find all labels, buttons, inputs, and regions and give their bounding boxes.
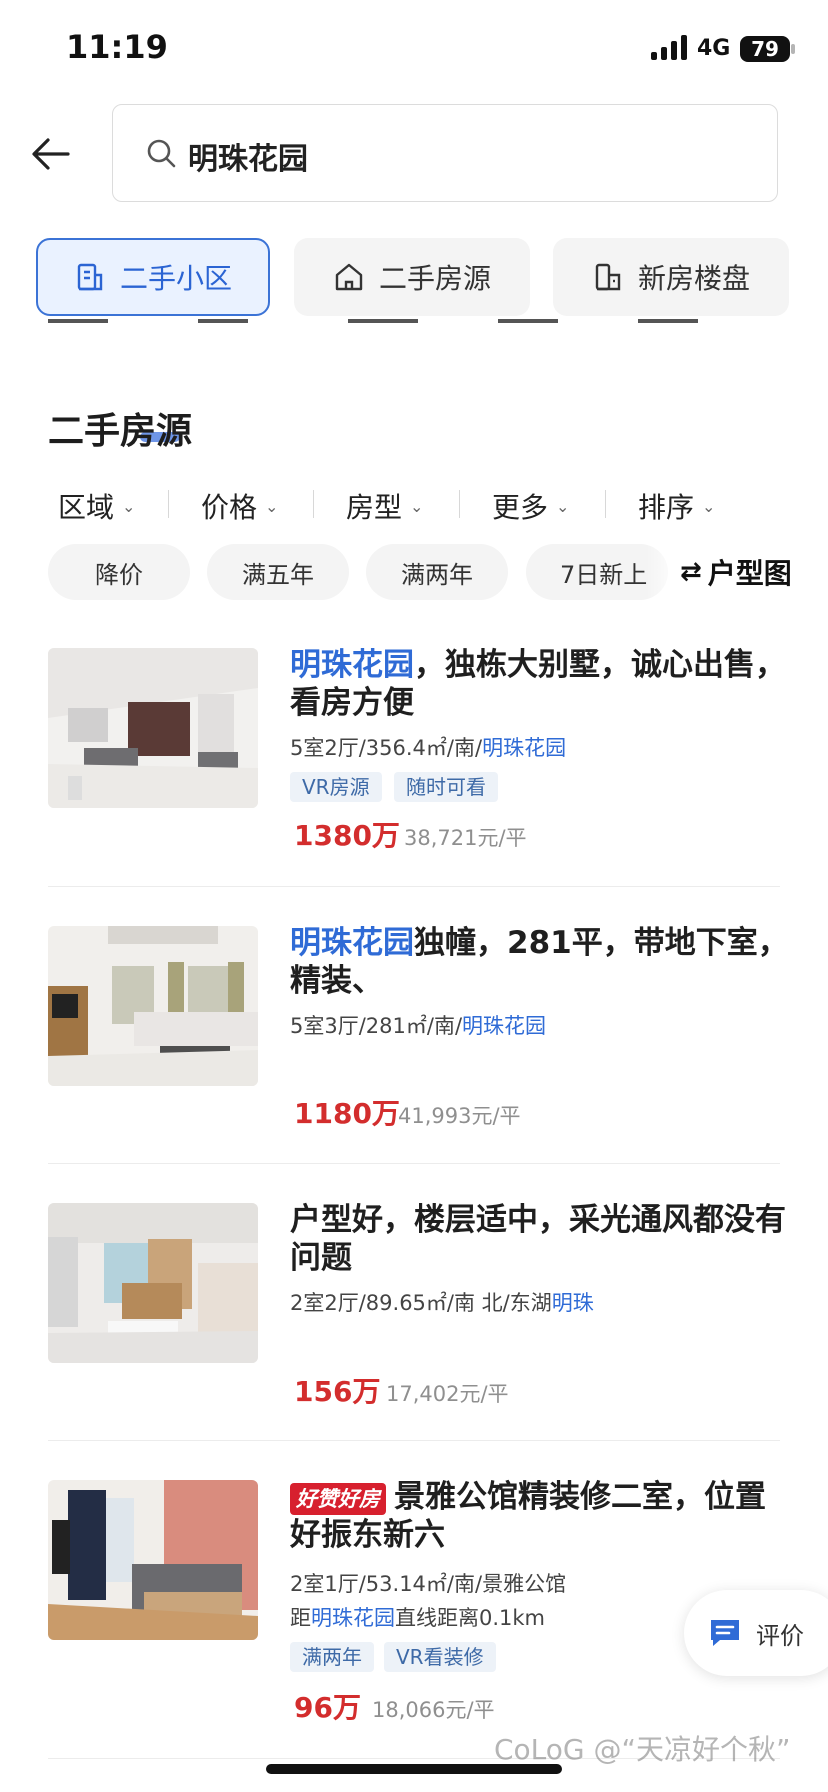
filter-label: 更多 bbox=[492, 491, 549, 524]
review-label: 评价 bbox=[756, 1621, 804, 1650]
filter-price[interactable]: 价格 ⌄ bbox=[201, 486, 278, 526]
community-link[interactable]: 明珠花园 bbox=[311, 1606, 395, 1630]
battery-icon: 79 bbox=[740, 36, 790, 62]
listing-photo[interactable] bbox=[48, 648, 258, 808]
filter-more[interactable]: 更多 ⌄ bbox=[492, 486, 569, 526]
swap-icon: ⇄ bbox=[680, 557, 702, 587]
tab-secondhand-community[interactable]: 二手小区 bbox=[36, 238, 270, 316]
filter-area[interactable]: 区域 ⌄ bbox=[58, 486, 135, 526]
chevron-down-icon: ⌄ bbox=[265, 496, 279, 516]
listing-tag: VR房源 bbox=[290, 772, 382, 802]
quick-tag-two-years[interactable]: 满两年 bbox=[366, 544, 508, 600]
search-icon bbox=[146, 138, 176, 168]
filter-layout[interactable]: 房型 ⌄ bbox=[346, 486, 423, 526]
chevron-down-icon: ⌄ bbox=[556, 496, 570, 516]
filter-label: 房型 bbox=[346, 491, 403, 524]
unit-price: 38,721元/平 bbox=[404, 826, 527, 850]
listing-price: 96万 bbox=[294, 1691, 361, 1724]
listing-tag: 满两年 bbox=[290, 1642, 374, 1672]
chevron-down-icon: ⌄ bbox=[410, 496, 424, 516]
unit-price: 41,993元/平 bbox=[398, 1104, 521, 1128]
listing-title[interactable]: 景雅公馆精装修二室，位置好振东新六 bbox=[290, 1478, 790, 1554]
signal-icon bbox=[651, 34, 689, 60]
listing-price: 1380万 bbox=[294, 819, 400, 852]
tab-label: 二手房源 bbox=[378, 262, 491, 295]
listing-price: 156万 bbox=[294, 1375, 381, 1408]
listing-meta: 2室2厅/89.65㎡/南 北/东湖明珠 bbox=[290, 1287, 594, 1317]
listing-tag: VR看装修 bbox=[384, 1642, 496, 1672]
title-highlight: 明珠花园 bbox=[290, 647, 414, 683]
floor-plan-label: 户型图 bbox=[707, 557, 792, 590]
listing-photo[interactable] bbox=[48, 926, 258, 1086]
chevron-down-icon: ⌄ bbox=[702, 496, 716, 516]
meta-text: 5室3厅/281㎡/南/ bbox=[290, 1014, 463, 1038]
listing-tag: 随时可看 bbox=[394, 772, 498, 802]
distance-prefix: 距 bbox=[290, 1606, 311, 1630]
divider bbox=[48, 1163, 780, 1164]
listing-meta: 5室3厅/281㎡/南/明珠花园 bbox=[290, 1010, 546, 1040]
divider bbox=[313, 490, 314, 518]
title-highlight: 明珠花园 bbox=[290, 925, 414, 961]
community-link[interactable]: 明珠花园 bbox=[482, 736, 566, 760]
filter-label: 排序 bbox=[638, 491, 695, 524]
new-building-icon bbox=[595, 263, 621, 291]
meta-text: 5室2厅/356.4㎡/南/ bbox=[290, 736, 483, 760]
filter-label: 价格 bbox=[201, 491, 258, 524]
title-text: 景雅公馆精装修二室，位置好振东新六 bbox=[290, 1479, 766, 1553]
listing-title[interactable]: 户型好，楼层适中，采光通风都没有问题 bbox=[290, 1201, 790, 1277]
divider bbox=[168, 490, 169, 518]
back-arrow-icon[interactable] bbox=[30, 132, 74, 176]
listing-meta: 2室1厅/53.14㎡/南/景雅公馆 bbox=[290, 1572, 567, 1596]
listing-photo[interactable] bbox=[48, 1203, 258, 1363]
unit-price: 18,066元/平 bbox=[372, 1698, 495, 1722]
search-query[interactable]: 明珠花园 bbox=[188, 134, 308, 178]
divider bbox=[605, 490, 606, 518]
divider bbox=[48, 1440, 780, 1441]
meta-text: 2室2厅/89.65㎡/南 北/东湖 bbox=[290, 1291, 552, 1315]
quick-tag-five-years[interactable]: 满五年 bbox=[207, 544, 349, 600]
section-title: 二手房源 bbox=[48, 411, 193, 452]
building-icon bbox=[77, 263, 103, 291]
quick-tag-price-drop[interactable]: 降价 bbox=[48, 544, 190, 600]
house-icon bbox=[335, 263, 363, 291]
comment-icon bbox=[711, 1620, 739, 1646]
filter-label: 区域 bbox=[58, 491, 115, 524]
unit-price: 17,402元/平 bbox=[386, 1382, 509, 1406]
chevron-down-icon: ⌄ bbox=[122, 496, 136, 516]
listing-photo[interactable] bbox=[48, 1480, 258, 1640]
tab-label: 新房楼盘 bbox=[637, 262, 750, 295]
battery-tip bbox=[791, 44, 795, 54]
filter-sort[interactable]: 排序 ⌄ bbox=[638, 486, 715, 526]
status-time: 11:19 bbox=[66, 28, 168, 66]
tab-label: 二手小区 bbox=[119, 262, 232, 295]
listing-title[interactable]: 明珠花园，独栋大别墅，诚心出售，看房方便 bbox=[290, 646, 790, 722]
watermark: CoLoG @“天凉好个秋” bbox=[494, 1733, 791, 1766]
divider bbox=[459, 490, 460, 518]
clipped-filter-row bbox=[48, 314, 768, 324]
distance-suffix: 直线距离0.1km bbox=[395, 1606, 546, 1630]
review-button[interactable]: 评价 bbox=[684, 1590, 828, 1676]
home-indicator[interactable] bbox=[266, 1764, 562, 1774]
floor-plan-button[interactable]: ⇄ 户型图 bbox=[676, 552, 792, 592]
divider bbox=[48, 886, 780, 887]
listing-distance: 距明珠花园直线距离0.1km bbox=[290, 1602, 545, 1632]
tab-new-homes[interactable]: 新房楼盘 bbox=[553, 238, 789, 316]
network-type: 4G bbox=[697, 36, 731, 61]
community-link[interactable]: 明珠花园 bbox=[462, 1014, 546, 1038]
community-link[interactable]: 明珠 bbox=[552, 1291, 594, 1315]
listing-meta: 5室2厅/356.4㎡/南/明珠花园 bbox=[290, 732, 566, 762]
listing-price: 1180万 bbox=[294, 1097, 400, 1130]
listing-title[interactable]: 明珠花园独幢，281平，带地下室，精装、 bbox=[290, 924, 790, 1000]
title-text: 户型好，楼层适中，采光通风都没有问题 bbox=[290, 1202, 786, 1276]
tab-secondhand-listings[interactable]: 二手房源 bbox=[294, 238, 530, 316]
